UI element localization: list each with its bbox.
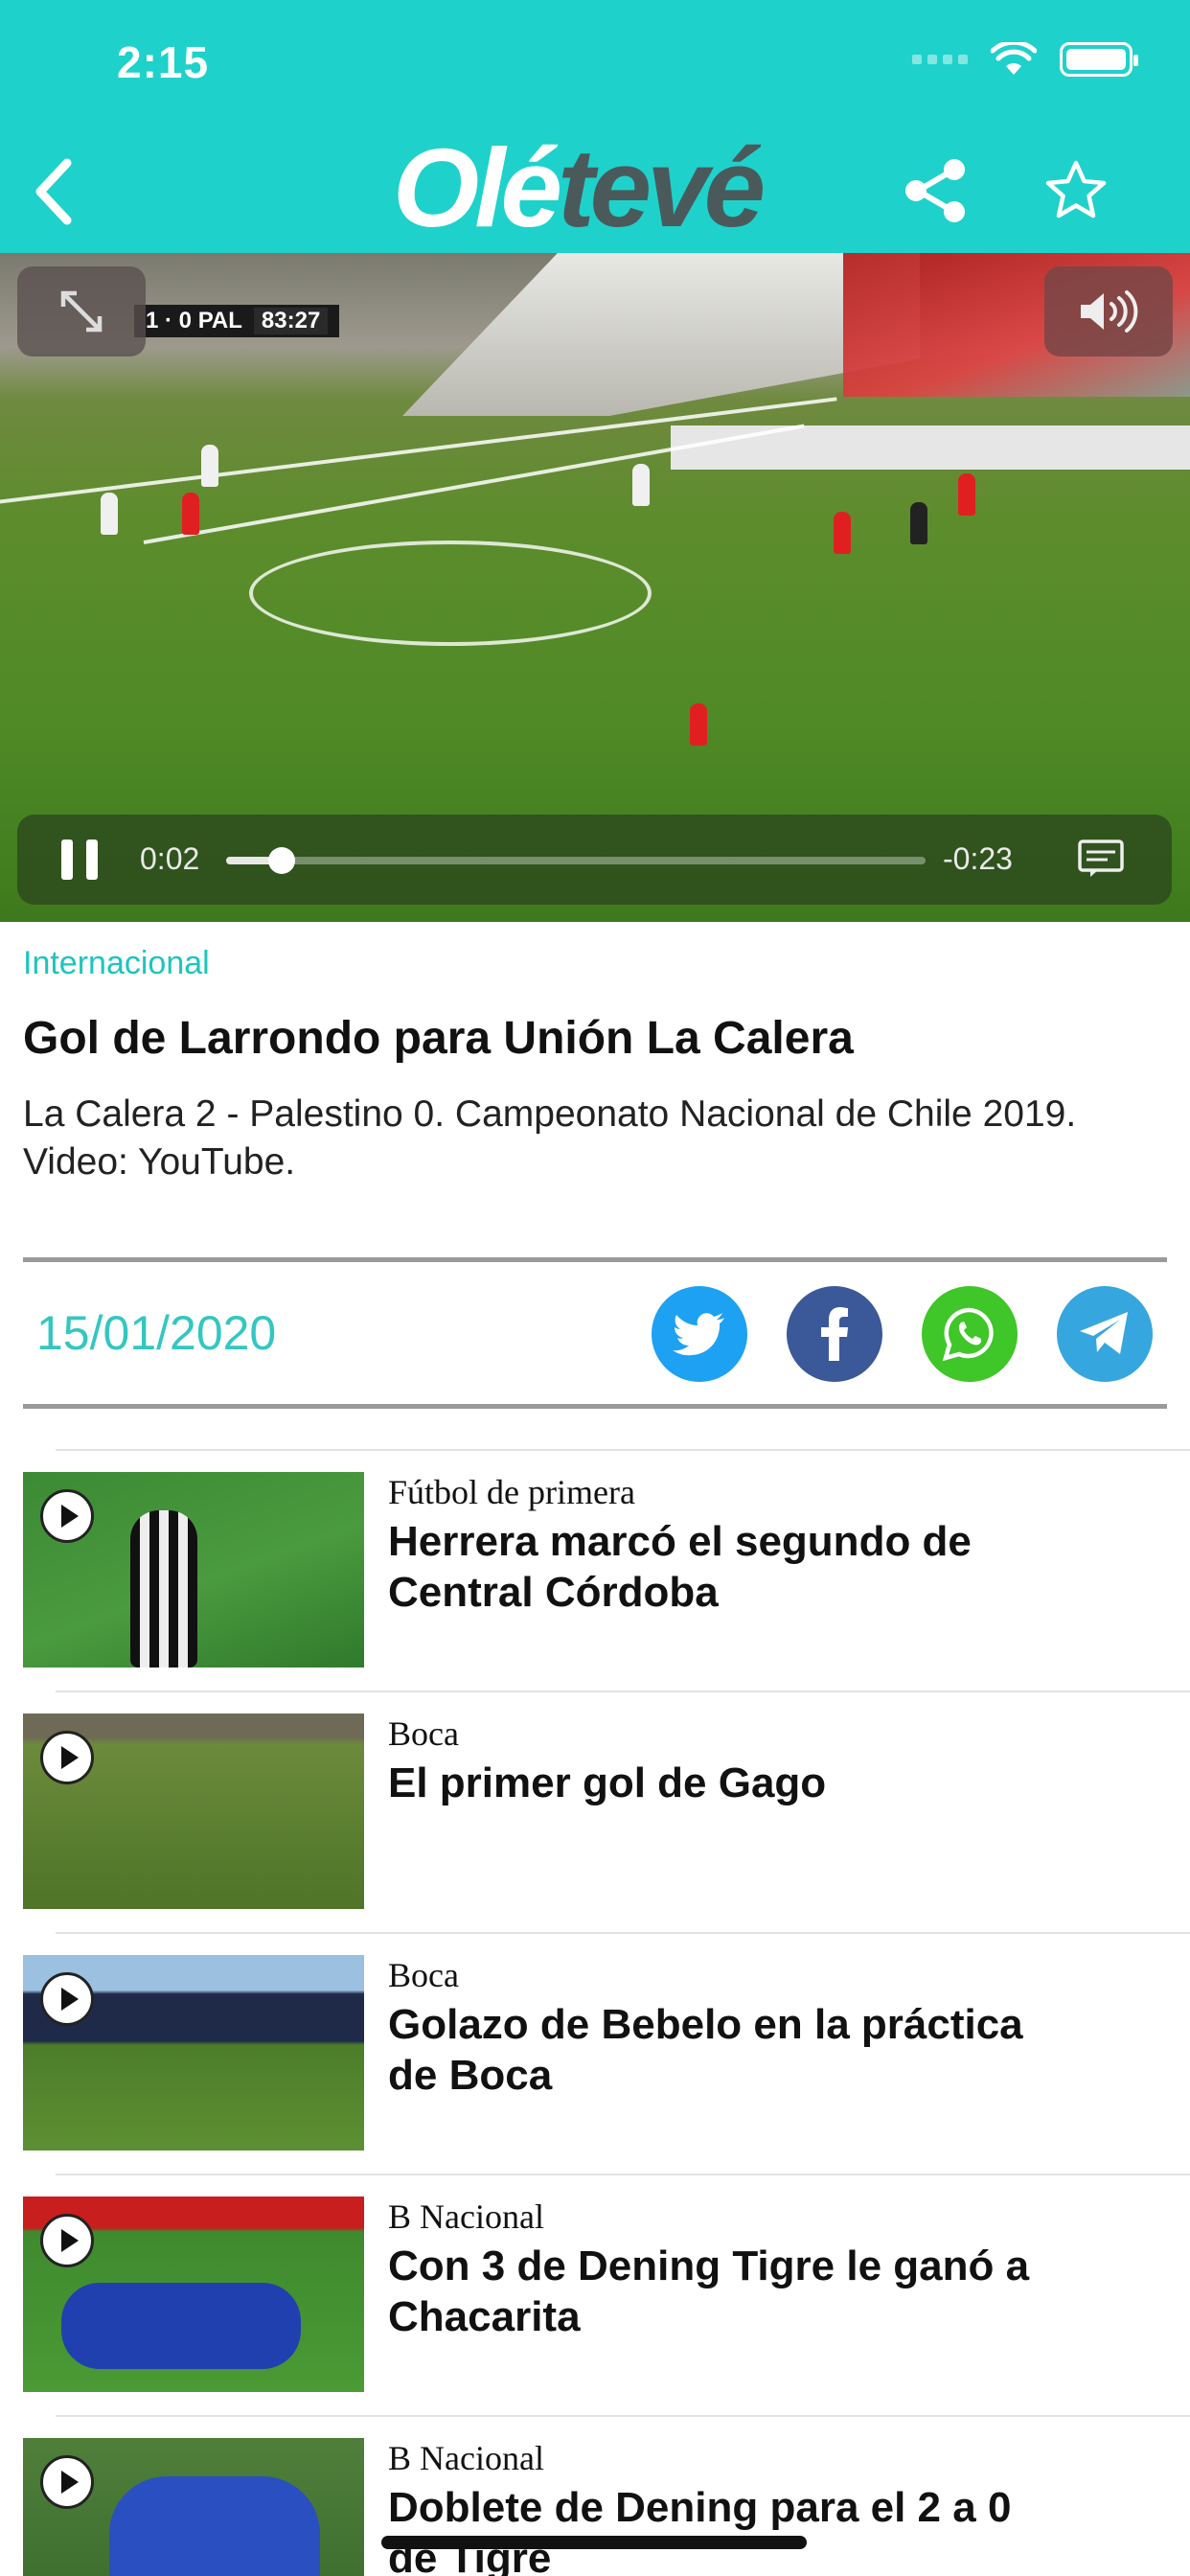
related-title: Doblete de Dening para el 2 a 0 de Tigre bbox=[388, 2484, 1012, 2576]
related-category: Fútbol de primera bbox=[388, 1473, 635, 1511]
article-title: Gol de Larrondo para Unión La Calera bbox=[23, 1013, 854, 1064]
list-separator bbox=[56, 1449, 1190, 1451]
list-separator bbox=[56, 1932, 1190, 1934]
video-thumbnail bbox=[23, 2438, 364, 2576]
back-icon[interactable] bbox=[25, 153, 82, 230]
related-video-item[interactable]: Boca El primer gol de Gago bbox=[0, 1690, 1190, 1932]
list-separator bbox=[56, 2415, 1190, 2417]
speaker-volume-icon bbox=[1081, 290, 1138, 333]
cellular-signal-icon bbox=[912, 55, 968, 64]
share-twitter-button[interactable] bbox=[652, 1286, 747, 1382]
thumbnail-players bbox=[109, 2476, 320, 2576]
video-thumbnail bbox=[23, 1714, 364, 1909]
scorebug-clock: 83:27 bbox=[253, 308, 329, 334]
related-category: Boca bbox=[388, 1956, 459, 1994]
fullscreen-button[interactable] bbox=[17, 266, 146, 356]
article-date: 15/01/2020 bbox=[36, 1306, 277, 1360]
related-title: Golazo de Bebelo en la práctica de Boca bbox=[388, 2001, 1023, 2099]
time-remaining: -0:23 bbox=[943, 841, 1013, 876]
pause-icon[interactable] bbox=[61, 840, 100, 880]
share-icon[interactable] bbox=[903, 157, 968, 224]
related-title: El primer gol de Gago bbox=[388, 1760, 827, 1806]
divider bbox=[23, 1257, 1167, 1262]
related-video-item[interactable]: B Nacional Con 3 de Dening Tigre le ganó… bbox=[0, 2174, 1190, 2415]
scorebug: 1 · 0 PAL 83:27 bbox=[134, 305, 340, 337]
center-circle bbox=[249, 540, 652, 646]
player bbox=[632, 464, 650, 506]
player bbox=[958, 473, 975, 516]
scorebug-score: 1 · 0 PAL bbox=[146, 308, 242, 334]
video-thumbnail bbox=[23, 2196, 364, 2392]
play-icon bbox=[40, 2214, 94, 2267]
related-category: B Nacional bbox=[388, 2439, 544, 2477]
video-thumbnail bbox=[23, 1955, 364, 2150]
player bbox=[910, 502, 927, 544]
time-elapsed: 0:02 bbox=[140, 841, 200, 876]
thumbnail-players bbox=[61, 2283, 301, 2369]
player bbox=[690, 703, 707, 746]
advertising-board bbox=[671, 426, 1190, 470]
divider bbox=[23, 1404, 1167, 1409]
related-category: Boca bbox=[388, 1714, 459, 1753]
play-icon bbox=[40, 1731, 94, 1784]
home-indicator[interactable] bbox=[381, 2536, 807, 2549]
thumbnail-player bbox=[130, 1510, 197, 1668]
player bbox=[101, 493, 118, 535]
status-indicators bbox=[912, 42, 1138, 77]
progress-scrubber[interactable] bbox=[226, 847, 926, 874]
list-separator bbox=[56, 1690, 1190, 1692]
related-title: Con 3 de Dening Tigre le ganó a Chacarit… bbox=[388, 2242, 1030, 2340]
stadium-roof bbox=[402, 253, 920, 416]
whatsapp-icon bbox=[943, 1307, 994, 1361]
related-video-item[interactable]: Fútbol de primera Herrera marcó el segun… bbox=[0, 1449, 1190, 1690]
favorite-star-icon[interactable] bbox=[1042, 157, 1110, 224]
video-controls-bar: 0:02 -0:23 bbox=[17, 815, 1172, 905]
wifi-icon bbox=[991, 42, 1037, 75]
video-thumbnail bbox=[23, 1472, 364, 1668]
play-icon bbox=[40, 1489, 94, 1543]
logo-ole: Olé bbox=[393, 126, 562, 250]
play-icon bbox=[40, 2455, 94, 2509]
subtitles-icon[interactable] bbox=[1077, 838, 1125, 880]
player bbox=[834, 512, 851, 554]
twitter-icon bbox=[673, 1313, 724, 1356]
volume-button[interactable] bbox=[1044, 266, 1173, 356]
article-category[interactable]: Internacional bbox=[23, 945, 210, 982]
share-telegram-button[interactable] bbox=[1057, 1286, 1153, 1382]
play-icon bbox=[40, 1972, 94, 2026]
related-video-item[interactable]: Boca Golazo de Bebelo en la práctica de … bbox=[0, 1932, 1190, 2174]
related-category: B Nacional bbox=[388, 2197, 544, 2236]
list-separator bbox=[56, 2174, 1190, 2175]
player bbox=[182, 493, 199, 535]
related-video-item[interactable]: B Nacional Doblete de Dening para el 2 a… bbox=[0, 2415, 1190, 2576]
scrubber-handle[interactable] bbox=[268, 847, 296, 874]
logo-teve: tevé bbox=[557, 126, 766, 250]
oleteve-logo: Olétevé bbox=[393, 132, 766, 243]
share-whatsapp-button[interactable] bbox=[922, 1286, 1018, 1382]
expand-arrows-icon bbox=[60, 290, 103, 333]
related-title: Herrera marcó el segundo de Central Córd… bbox=[388, 1518, 972, 1616]
player bbox=[201, 445, 218, 487]
status-time: 2:15 bbox=[117, 37, 210, 87]
telegram-icon bbox=[1080, 1312, 1128, 1354]
share-facebook-button[interactable] bbox=[787, 1286, 882, 1382]
article-description: La Calera 2 - Palestino 0. Campeonato Na… bbox=[23, 1093, 1077, 1183]
facebook-icon bbox=[821, 1307, 848, 1361]
battery-icon bbox=[1060, 42, 1138, 77]
app-header: 2:15 Olétevé bbox=[0, 0, 1190, 253]
